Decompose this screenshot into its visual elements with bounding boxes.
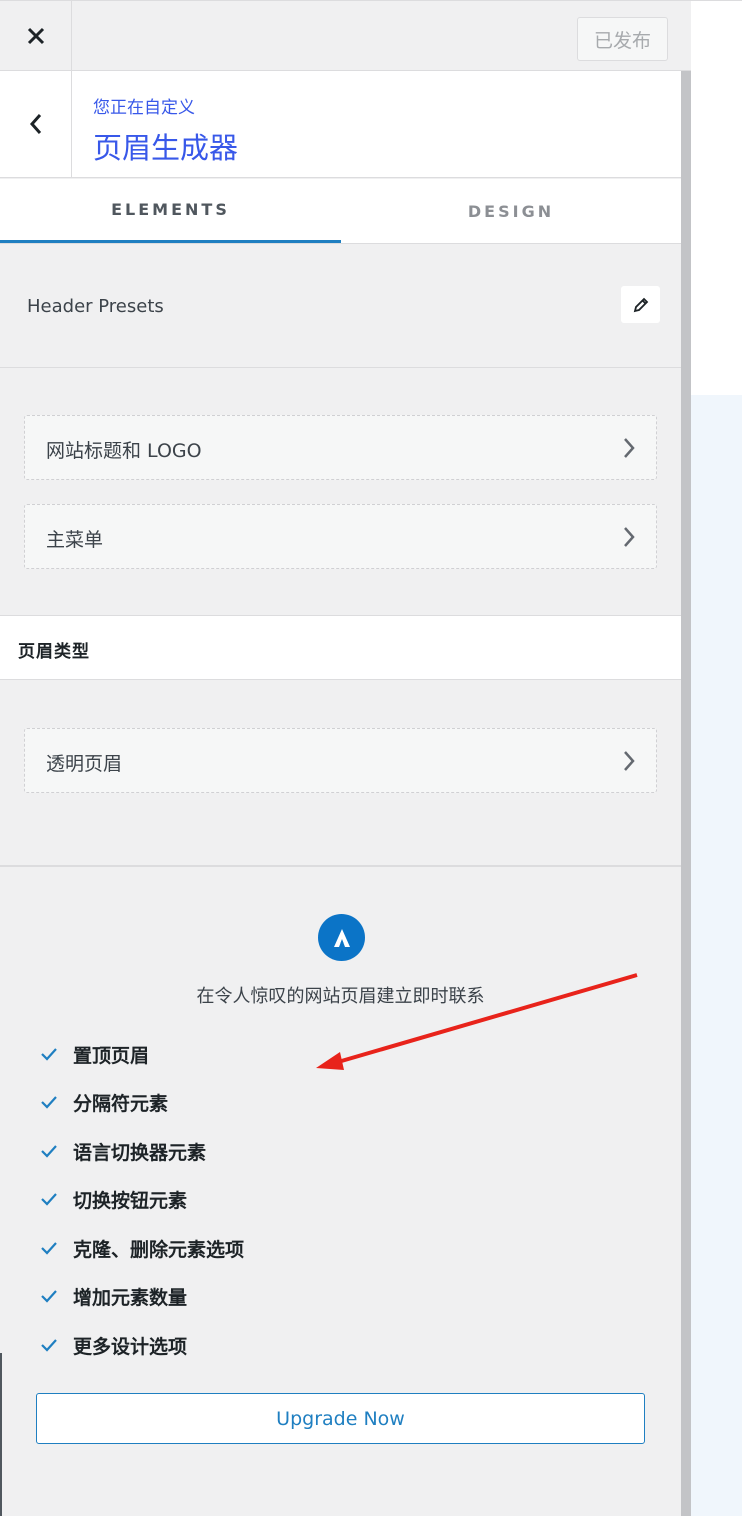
feature-item: 置顶页眉 xyxy=(38,1040,149,1068)
preview-header xyxy=(691,0,742,395)
check-icon xyxy=(41,1339,57,1352)
customizer-panel: 已发布 您正在自定义 页眉生成器 ELEMENTS DESIGN Header … xyxy=(0,0,691,1516)
feature-item: 更多设计选项 xyxy=(38,1331,187,1359)
chevron-right-icon xyxy=(624,527,635,547)
header-presets-label: Header Presets xyxy=(27,296,164,317)
feature-label: 增加元素数量 xyxy=(73,1286,188,1309)
header-type-heading: 页眉类型 xyxy=(0,615,681,680)
tab-bar: ELEMENTS DESIGN xyxy=(0,179,681,244)
feature-item: 克隆、删除元素选项 xyxy=(38,1234,244,1262)
feature-label: 置顶页眉 xyxy=(73,1044,150,1067)
nav-item-label: 网站标题和 LOGO xyxy=(46,440,202,462)
back-button[interactable] xyxy=(0,71,72,177)
tab-elements[interactable]: ELEMENTS xyxy=(0,179,341,243)
pencil-icon xyxy=(633,297,648,312)
chevron-right-icon xyxy=(624,751,635,771)
nav-item-transparent-header[interactable]: 透明页眉 xyxy=(24,728,657,793)
feature-item: 分隔符元素 xyxy=(38,1088,168,1116)
feature-label: 分隔符元素 xyxy=(73,1092,169,1115)
feature-label: 切换按钮元素 xyxy=(73,1189,188,1212)
close-button[interactable] xyxy=(0,1,72,71)
upsell-title: 在令人惊叹的网站页眉建立即时联系 xyxy=(196,986,485,1007)
feature-item: 增加元素数量 xyxy=(38,1282,187,1310)
tab-design[interactable]: DESIGN xyxy=(341,179,681,243)
edit-presets-button[interactable] xyxy=(621,286,660,323)
nav-item-site-identity[interactable]: 网站标题和 LOGO xyxy=(24,415,657,480)
feature-label: 语言切换器元素 xyxy=(73,1141,207,1164)
check-icon xyxy=(41,1193,57,1206)
feature-label: 克隆、删除元素选项 xyxy=(73,1238,245,1261)
feature-item: 语言切换器元素 xyxy=(38,1137,206,1165)
feature-item: 切换按钮元素 xyxy=(38,1185,187,1213)
section-title-bar: 您正在自定义 页眉生成器 xyxy=(0,71,681,178)
nav-item-main-menu[interactable]: 主菜单 xyxy=(24,504,657,569)
breadcrumb: 您正在自定义 xyxy=(93,98,195,118)
scrollbar[interactable] xyxy=(681,71,691,1516)
check-icon xyxy=(41,1290,57,1303)
chevron-left-icon xyxy=(29,114,41,134)
check-icon xyxy=(41,1048,57,1061)
check-icon xyxy=(41,1145,57,1158)
page-title: 页眉生成器 xyxy=(93,131,239,165)
header-type-title: 页眉类型 xyxy=(18,642,90,662)
check-icon xyxy=(41,1096,57,1109)
upgrade-now-button[interactable]: Upgrade Now xyxy=(36,1393,645,1444)
customizer-topbar: 已发布 xyxy=(0,0,691,71)
check-icon xyxy=(41,1242,57,1255)
nav-item-label: 透明页眉 xyxy=(46,753,123,775)
feature-label: 更多设计选项 xyxy=(73,1335,188,1358)
edge-line xyxy=(0,1353,2,1516)
chevron-right-icon xyxy=(624,438,635,458)
header-presets-section: Header Presets xyxy=(0,244,681,368)
section-divider xyxy=(0,865,681,867)
close-icon xyxy=(27,27,44,45)
nav-item-label: 主菜单 xyxy=(46,529,104,551)
published-button[interactable]: 已发布 xyxy=(577,17,668,61)
astra-logo-icon xyxy=(318,914,365,961)
